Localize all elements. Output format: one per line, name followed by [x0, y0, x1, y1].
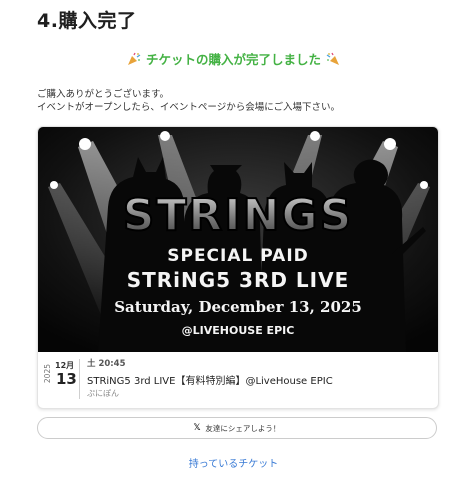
- banner-date-text: Saturday, December 13, 2025: [114, 298, 362, 316]
- banner-logo-text: STRINGS: [123, 190, 354, 241]
- banner-subtitle-line2: STRiNG5 3RD LIVE: [127, 268, 350, 292]
- event-card[interactable]: STRINGS SPECIAL PAID STRiNG5 3RD LIVE Sa…: [37, 126, 439, 409]
- banner-subtitle-line1: SPECIAL PAID: [167, 246, 309, 266]
- purchase-complete-page: 4.購入完了 チケットの購入が完了しました ご購入ありがとうございます。 イベン…: [0, 0, 467, 490]
- thanks-line: イベントがオープンしたら、イベントページから会場にご入場下さい。: [37, 102, 341, 113]
- party-popper-icon: [127, 52, 141, 65]
- share-button-label: 友達にシェアしよう！: [205, 423, 281, 433]
- event-title: STRiNG5 3rd LIVE【有料特別編】@LiveHouse EPIC: [87, 376, 333, 387]
- date-divider: [79, 359, 80, 399]
- x-logo-icon: 𝕏: [193, 423, 201, 433]
- share-on-x-button[interactable]: 𝕏 友達にシェアしよう！: [37, 417, 437, 439]
- event-date-block: 2025 12月 13: [43, 356, 82, 400]
- thanks-line: ご購入ありがとうございます。: [37, 89, 170, 100]
- event-banner-image: STRINGS SPECIAL PAID STRiNG5 3RD LIVE Sa…: [38, 127, 438, 352]
- complete-message-text: チケットの購入が完了しました: [145, 52, 321, 67]
- party-popper-icon: [326, 52, 339, 65]
- event-info: 2025 12月 13 土 20:45 STRiNG5 3rd LIVE【有料特…: [38, 352, 438, 408]
- event-organizer: ぷにぽん: [87, 389, 119, 398]
- banner-venue-text: @LIVEHOUSE EPIC: [182, 324, 295, 337]
- purchase-complete-message: チケットの購入が完了しました: [0, 49, 467, 68]
- page-title: 4.購入完了: [37, 10, 137, 32]
- thank-you-text: ご購入ありがとうございます。 イベントがオープンしたら、イベントページから会場に…: [37, 88, 447, 114]
- event-year: 2025: [43, 364, 52, 384]
- event-time: 土 20:45: [87, 359, 126, 369]
- my-tickets-link[interactable]: 持っているチケット: [0, 455, 467, 470]
- event-day: 13: [56, 370, 77, 388]
